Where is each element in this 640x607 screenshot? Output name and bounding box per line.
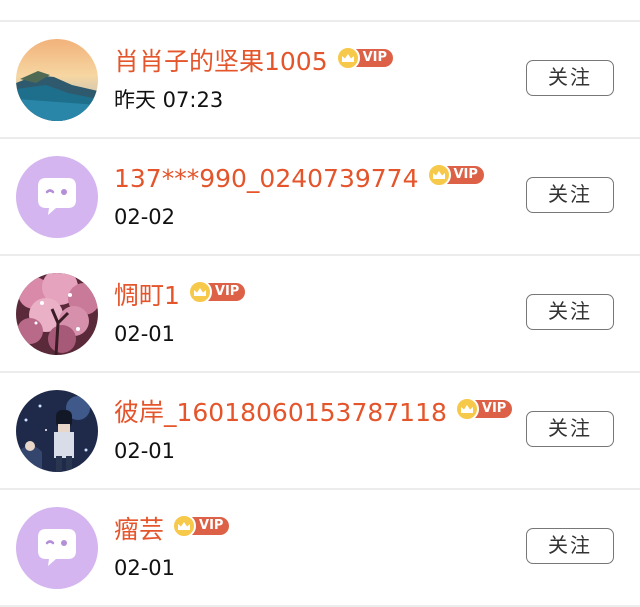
default-avatar-icon (16, 156, 98, 238)
crown-icon (187, 280, 212, 304)
crown-icon (172, 514, 197, 538)
vip-badge: VIP (426, 163, 484, 187)
vip-badge: VIP (454, 397, 513, 421)
landscape-avatar-image (16, 39, 98, 121)
avatar[interactable] (16, 390, 98, 472)
cut-off-header (0, 0, 640, 22)
follow-button[interactable]: 关注 (526, 177, 614, 213)
vip-badge: VIP (172, 514, 230, 538)
crown-icon (426, 163, 451, 187)
timestamp: 02-01 (114, 556, 176, 580)
avatar[interactable] (16, 39, 98, 121)
avatar[interactable] (16, 156, 98, 238)
name-line: 肖肖子的坚果1005 VIP (114, 44, 394, 80)
follow-button[interactable]: 关注 (526, 528, 614, 564)
username[interactable]: 惆町1 (114, 278, 180, 314)
username[interactable]: 彼岸_16018060153787118 (114, 395, 447, 431)
name-line: 瘤芸 VIP (114, 512, 230, 548)
crown-icon (335, 46, 360, 70)
blossom-avatar-image (16, 273, 98, 355)
follow-button[interactable]: 关注 (526, 60, 614, 96)
name-line: 彼岸_16018060153787118 VIP (114, 395, 513, 431)
username[interactable]: 瘤芸 (114, 512, 164, 548)
vip-badge: VIP (187, 280, 246, 304)
avatar[interactable] (16, 507, 98, 589)
timestamp: 02-01 (114, 439, 176, 463)
crown-icon (454, 397, 479, 421)
list-item[interactable]: 肖肖子的坚果1005 VIP 昨天 07:23 关注 (0, 22, 640, 139)
vip-badge: VIP (335, 46, 394, 70)
default-avatar-icon (16, 507, 98, 589)
list-item[interactable]: 137***990_0240739774 VIP 02-02 关注 (0, 139, 640, 256)
user-list: 肖肖子的坚果1005 VIP 昨天 07:23 关注 137***990_024… (0, 22, 640, 607)
name-line: 137***990_0240739774 VIP (114, 161, 484, 197)
anime-avatar-image (16, 390, 98, 472)
username[interactable]: 肖肖子的坚果1005 (114, 44, 328, 80)
list-item[interactable]: 惆町1 VIP 02-01 关注 (0, 256, 640, 373)
list-item[interactable]: 彼岸_16018060153787118 VIP 02-01 关注 (0, 373, 640, 490)
follow-button[interactable]: 关注 (526, 411, 614, 447)
username[interactable]: 137***990_0240739774 (114, 161, 419, 197)
avatar[interactable] (16, 273, 98, 355)
list-item[interactable]: 瘤芸 VIP 02-01 关注 (0, 490, 640, 607)
timestamp: 昨天 07:23 (114, 88, 224, 112)
follow-button[interactable]: 关注 (526, 294, 614, 330)
name-line: 惆町1 VIP (114, 278, 246, 314)
timestamp: 02-01 (114, 322, 176, 346)
timestamp: 02-02 (114, 205, 176, 229)
